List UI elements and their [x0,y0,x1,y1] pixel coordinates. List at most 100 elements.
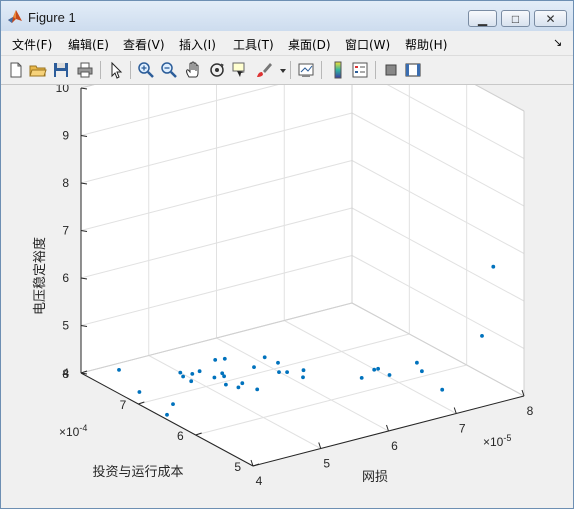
save-button[interactable] [52,61,70,79]
data-point [178,370,183,375]
data-point [240,381,245,386]
x-tick-label: 5 [323,457,330,471]
figure-canvas[interactable]: 4 5 6 7 8 5 6 7 8 4 5 6 7 8 9 10 ×10-5 ×10-4 网损 投资与运行成本 电压稳定… [1,85,573,508]
data-cursor-icon [232,62,245,77]
new-file-icon [10,62,22,78]
data-point [276,360,280,365]
data-point [224,382,228,387]
z-axis-label: 电压稳定裕度 [32,237,48,315]
hide-plot-tools-button[interactable] [382,61,400,79]
data-point [491,264,496,269]
zoom-in-icon [138,62,154,78]
toolbar-separator [130,61,131,79]
data-point [415,360,419,365]
data-point [165,412,169,417]
data-point [285,370,289,374]
print-button[interactable] [76,61,94,79]
maximize-icon: □ [511,11,520,26]
folder-open-icon [29,65,47,77]
brush-dropdown-button[interactable] [274,61,286,79]
menu-file[interactable]: 文件(F) [12,36,52,53]
y-tick-label: 5 [234,460,241,474]
x-exponent-label: ×10-5 [483,433,511,449]
data-point [387,373,392,377]
data-point [117,368,121,372]
close-button[interactable]: ✕ [534,10,567,27]
toolbar-separator [321,61,322,79]
open-file-button[interactable] [29,61,47,79]
z-tick-label: 8 [62,176,69,190]
menu-view[interactable]: 查看(V) [123,36,165,53]
scatter3-plot[interactable]: 45678567845678910×10-5×10-4网损投资与运行成本电压稳定… [1,85,573,508]
insert-legend-button[interactable] [351,61,369,79]
legend-icon [352,62,368,78]
pointer-arrow-icon [111,61,123,79]
zoom-out-icon [161,62,177,78]
toolbar-separator [375,61,376,79]
maximize-button[interactable]: □ [501,10,530,27]
menu-overflow-icon[interactable]: ↘ [553,36,562,49]
data-point [222,356,227,361]
x-tick-label: 8 [527,404,534,418]
data-point [220,371,225,376]
z-tick-label: 9 [62,129,69,143]
minimize-button[interactable]: ▁ [468,10,497,27]
zoom-in-button[interactable] [137,61,155,79]
x-tick-label: 6 [391,439,398,453]
data-point [301,375,305,380]
hide-plot-tools-icon [385,64,397,76]
menu-help[interactable]: 帮助(H) [405,36,447,53]
data-point [212,375,217,380]
hand-pan-icon [186,61,199,78]
zoom-out-button[interactable] [160,61,178,79]
data-point [252,365,256,369]
data-point [236,385,241,390]
link-plot-button[interactable] [297,61,315,79]
data-point [171,402,175,406]
data-point [262,355,267,360]
toolbar-separator [100,61,101,79]
menu-tools[interactable]: 工具(T) [233,36,274,53]
z-tick-label: 5 [62,319,69,333]
data-point [213,358,218,362]
z-tick-label: 6 [62,271,69,285]
brush-icon [257,63,272,77]
data-point [420,369,424,374]
minimize-icon: ▁ [477,11,488,26]
x-axis-label: 网损 [362,470,388,485]
menu-bar: 文件(F) 编辑(E) 查看(V) 插入(I) 工具(T) 桌面(D) 窗口(W… [1,32,573,54]
matlab-logo-icon [8,10,22,23]
x-tick-label: 4 [256,474,263,488]
data-point [480,334,484,338]
pan-button[interactable] [184,61,202,79]
y-tick-label: 7 [120,398,127,412]
edit-plot-button[interactable] [107,61,125,79]
title-bar[interactable]: Figure 1 ▁ □ ✕ [1,1,573,31]
show-plot-tools-button[interactable] [404,61,422,79]
data-point [181,374,186,379]
colorbar-icon [334,61,342,79]
menu-edit[interactable]: 编辑(E) [68,36,109,53]
link-plot-icon [298,63,314,77]
x-tick-label: 7 [459,422,466,436]
brush-button[interactable] [255,61,273,79]
toolbar-separator [290,61,291,79]
printer-icon [77,62,93,78]
rotate-3d-button[interactable] [208,61,226,79]
figure-window: Figure 1 ▁ □ ✕ 文件(F) 编辑(E) 查看(V) 插入(I) 工… [0,0,574,509]
data-cursor-button[interactable] [231,61,249,79]
z-tick-label: 4 [62,366,69,380]
close-icon: ✕ [545,11,556,26]
y-axis-label: 投资与运行成本 [92,464,183,480]
insert-colorbar-button[interactable] [329,61,347,79]
figure-toolbar [1,55,573,85]
menu-window[interactable]: 窗口(W) [345,36,390,53]
window-title: Figure 1 [28,10,76,25]
menu-insert[interactable]: 插入(I) [179,36,216,53]
show-plot-tools-icon [405,63,421,77]
new-figure-button[interactable] [7,61,25,79]
menu-desktop[interactable]: 桌面(D) [288,36,331,53]
data-point [301,368,306,373]
data-point [440,387,445,392]
data-point [376,366,380,371]
